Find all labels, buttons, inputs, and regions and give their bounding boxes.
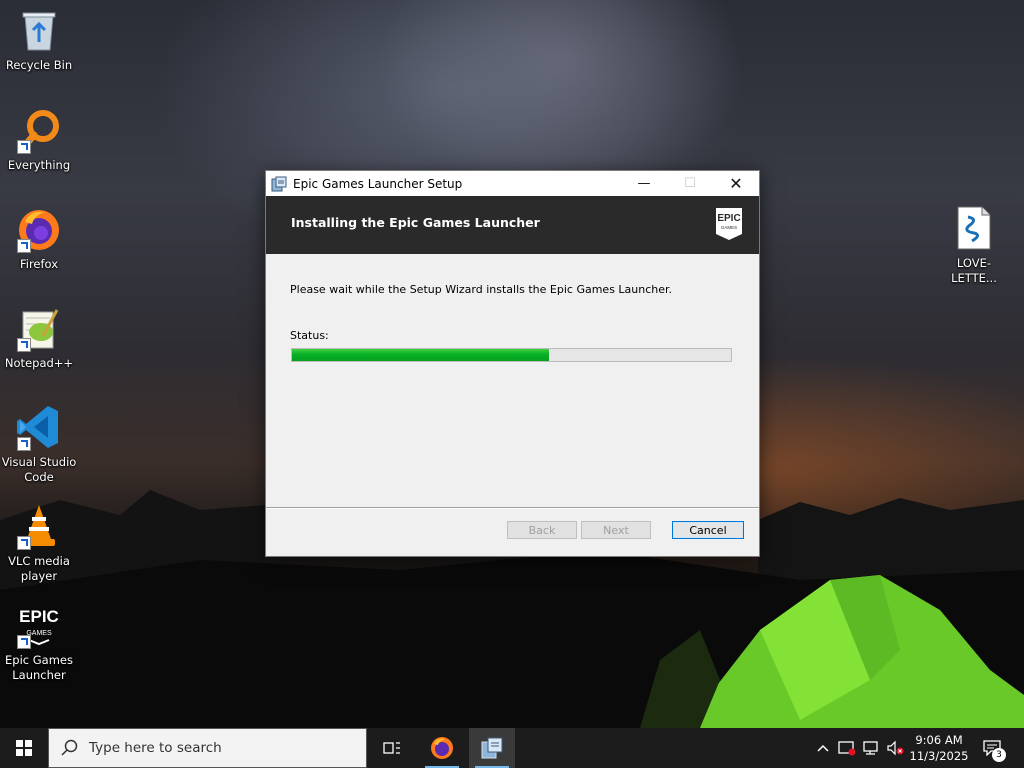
volume-muted-icon [887, 740, 904, 756]
volume-tray-button[interactable] [884, 728, 906, 768]
desktop-icon-label: Firefox [19, 257, 59, 271]
window-title: Epic Games Launcher Setup [293, 176, 463, 191]
shortcut-arrow-icon [17, 239, 31, 253]
desktop-icon-label: LOVE-LETTE... [951, 256, 997, 285]
clock-time: 9:06 AM [915, 733, 963, 747]
search-placeholder: Type here to search [89, 740, 222, 756]
desktop-icon-notepad-plus-plus[interactable]: Notepad++ [1, 304, 77, 371]
security-warning-icon [838, 741, 856, 756]
close-icon: ✕ [729, 174, 743, 193]
taskbar-search-box[interactable]: Type here to search [48, 728, 367, 768]
svg-text:EPIC: EPIC [717, 213, 740, 224]
search-icon [61, 739, 78, 756]
shortcut-arrow-icon [17, 635, 31, 649]
script-file-icon [950, 204, 998, 252]
security-tray-button[interactable] [836, 728, 858, 768]
installer-icon [271, 176, 287, 192]
desktop-icon-firefox[interactable]: Firefox [1, 205, 77, 272]
close-button[interactable]: ✕ [713, 171, 759, 196]
desktop-icon-label: Epic Games Launcher [5, 653, 73, 682]
network-tray-button[interactable] [860, 728, 882, 768]
desktop-icon-vscode[interactable]: Visual Studio Code [1, 403, 77, 485]
desktop-icon-recycle-bin[interactable]: Recycle Bin [1, 6, 77, 73]
task-view-icon [383, 742, 400, 754]
svg-text:GAMES: GAMES [721, 225, 737, 230]
window-titlebar[interactable]: Epic Games Launcher Setup — ☐ ✕ [266, 171, 759, 196]
chevron-up-icon [817, 744, 829, 752]
cancel-button[interactable]: Cancel [672, 521, 744, 539]
installer-icon [481, 737, 503, 759]
desktop-icon-label: Recycle Bin [5, 58, 73, 72]
firefox-icon [15, 205, 63, 253]
notification-count-badge: 3 [992, 748, 1006, 762]
shortcut-arrow-icon [17, 437, 31, 451]
shortcut-arrow-icon [17, 140, 31, 154]
install-progress-bar [291, 348, 732, 362]
task-view-button[interactable] [369, 728, 415, 768]
maximize-button: ☐ [667, 171, 713, 196]
vlc-icon [15, 502, 63, 550]
desktop-icon-love-letter[interactable]: LOVE-LETTE... [936, 204, 1012, 286]
epic-games-icon: EPIC GAMES [15, 601, 63, 649]
desktop-icon-vlc[interactable]: VLC media player [1, 502, 77, 584]
status-label: Status: [290, 329, 329, 342]
firefox-icon [431, 737, 453, 759]
desktop-icon-label: Notepad++ [4, 356, 74, 370]
show-hidden-icons-button[interactable] [812, 728, 834, 768]
taskbar: Type here to search 9:06 AM 11/3/2025 3 [0, 728, 1024, 768]
start-button[interactable] [0, 728, 48, 768]
next-button: Next [581, 521, 651, 539]
taskbar-installer[interactable] [469, 728, 515, 768]
shortcut-arrow-icon [17, 536, 31, 550]
desktop-icon-label: Everything [7, 158, 71, 172]
clock-date: 11/3/2025 [909, 749, 969, 763]
notepad-plus-plus-icon [15, 304, 63, 352]
network-disconnected-icon [863, 741, 878, 755]
windows-logo-icon [16, 740, 32, 756]
taskbar-firefox[interactable] [419, 728, 465, 768]
vscode-icon [15, 403, 63, 451]
button-separator [266, 507, 759, 509]
svg-text:EPIC: EPIC [19, 607, 59, 626]
shortcut-arrow-icon [17, 338, 31, 352]
system-clock[interactable]: 9:06 AM 11/3/2025 [904, 732, 974, 764]
installer-window: Epic Games Launcher Setup — ☐ ✕ Installi… [265, 170, 760, 557]
progress-fill [292, 349, 549, 361]
maximize-icon: ☐ [684, 176, 696, 191]
install-message: Please wait while the Setup Wizard insta… [290, 283, 673, 296]
installer-banner: Installing the Epic Games Launcher EPIC … [266, 196, 759, 254]
desktop-icon-everything[interactable]: Everything [1, 106, 77, 173]
epic-games-logo: EPIC GAMES [716, 208, 742, 240]
recycle-bin-icon [15, 6, 63, 54]
minimize-button[interactable]: — [621, 171, 667, 196]
desktop-icon-label: Visual Studio Code [1, 455, 77, 484]
minimize-icon: — [637, 176, 651, 191]
page-title: Installing the Epic Games Launcher [291, 215, 540, 230]
back-button: Back [507, 521, 577, 539]
everything-search-icon [15, 106, 63, 154]
installer-body: Please wait while the Setup Wizard insta… [266, 254, 759, 508]
desktop-icon-label: VLC media player [8, 554, 70, 583]
desktop-icon-epic-games[interactable]: EPIC GAMES Epic Games Launcher [1, 601, 77, 683]
